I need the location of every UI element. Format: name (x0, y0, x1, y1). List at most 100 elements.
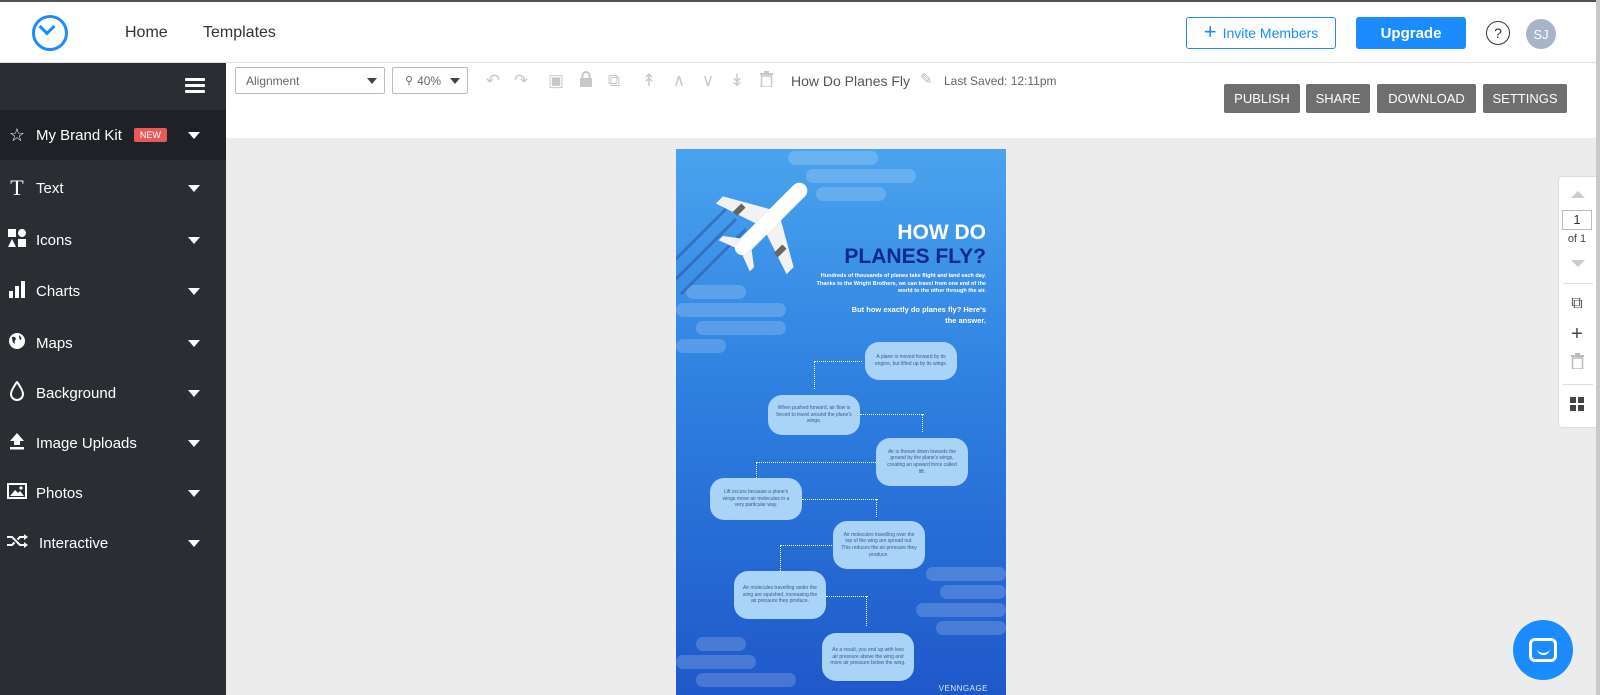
upgrade-button[interactable]: Upgrade (1356, 17, 1466, 49)
infographic-subheading: But how exactly do planes fly? Here's th… (851, 305, 986, 325)
step-bubble: A plane is moved forward by its engine, … (865, 342, 957, 380)
publish-button[interactable]: PUBLISH (1224, 84, 1300, 113)
grid-view-icon[interactable] (1559, 397, 1595, 416)
sidebar-item-maps[interactable]: Maps (0, 318, 226, 368)
invite-members-button[interactable]: + Invite Members (1186, 17, 1336, 49)
step-bubble: As a result, you end up with less air pr… (822, 633, 914, 681)
sidebar-item-photos[interactable]: Photos (0, 468, 226, 518)
sidebar-item-brand-kit[interactable]: ☆ My Brand Kit NEW (0, 110, 226, 160)
venngage-logo-icon[interactable] (32, 15, 68, 51)
page-number-input[interactable]: 1 (1562, 210, 1592, 230)
chevron-down-icon (188, 340, 200, 347)
infographic-canvas[interactable]: HOW DO PLANES FLY? Hundreds of thousands… (676, 149, 1006, 695)
connector (826, 596, 868, 597)
sidebar-item-label: Photos (36, 484, 83, 502)
infographic-title-line2: PLANES FLY? (844, 245, 986, 268)
shapes-icon (6, 228, 28, 253)
send-to-back-icon[interactable]: ↡ (727, 71, 747, 91)
trash-icon[interactable] (756, 71, 776, 91)
cloud-shape (916, 603, 1006, 617)
sidebar-item-interactive[interactable]: Interactive (0, 518, 226, 568)
edit-title-icon[interactable]: ✎ (920, 70, 933, 88)
redo-icon[interactable]: ↷ (511, 71, 531, 91)
hamburger-menu-icon[interactable] (185, 78, 205, 94)
chevron-down-icon (188, 132, 200, 139)
sidebar-item-label: Image Uploads (36, 434, 137, 452)
send-backward-icon[interactable]: ∨ (698, 71, 718, 91)
zoom-select-label: 40% (417, 73, 442, 88)
page-up-icon[interactable] (1571, 191, 1585, 198)
cloud-shape (936, 621, 1006, 635)
connector (922, 414, 923, 432)
delete-page-icon[interactable] (1559, 353, 1595, 374)
cloud-shape (816, 187, 886, 201)
cloud-shape (696, 637, 746, 651)
settings-button[interactable]: SETTINGS (1483, 84, 1567, 113)
upload-icon (6, 432, 28, 455)
step-bubble: When pushed forward, air flow is forced … (768, 395, 860, 435)
shuffle-icon (6, 533, 28, 554)
step-bubble: Lift occurs because a plane's wings move… (710, 478, 802, 520)
alignment-select[interactable]: Alignment (235, 67, 385, 94)
infographic-intro: Hundreds of thousands of planes take fli… (816, 273, 986, 295)
infographic-title-line1: HOW DO (897, 221, 986, 244)
connector (756, 462, 757, 478)
add-page-icon[interactable]: + (1559, 323, 1595, 346)
chevron-down-icon (188, 237, 200, 244)
nav-link-home[interactable]: Home (125, 24, 168, 42)
connector (860, 414, 924, 415)
plus-icon: + (1203, 19, 1217, 44)
cloud-shape (696, 673, 796, 687)
drop-icon (6, 379, 28, 406)
sidebar: ☆ My Brand Kit NEW T Text Icons Charts M… (0, 63, 226, 695)
new-badge: NEW (133, 128, 167, 142)
sidebar-item-label: Maps (36, 334, 73, 352)
share-button[interactable]: SHARE (1306, 84, 1370, 113)
text-icon: T (10, 175, 24, 200)
globe-icon (6, 332, 28, 355)
cloud-shape (940, 585, 1006, 599)
chevron-down-icon (188, 540, 200, 547)
sidebar-item-label: Icons (36, 231, 72, 249)
copy-page-icon[interactable]: ⧉ (1559, 295, 1595, 313)
photo-icon (6, 482, 28, 504)
chat-support-button[interactable] (1513, 620, 1573, 680)
document-title[interactable]: How Do Planes Fly (791, 73, 910, 89)
sidebar-item-charts[interactable]: Charts (0, 266, 226, 316)
chevron-down-icon (188, 440, 200, 447)
connector (756, 462, 876, 463)
page-down-icon[interactable] (1571, 260, 1585, 267)
sidebar-item-text[interactable]: T Text (0, 163, 226, 213)
download-button[interactable]: DOWNLOAD (1377, 84, 1476, 113)
caret-down-icon (367, 78, 377, 84)
alignment-select-label: Alignment (246, 73, 300, 88)
invite-members-label: Invite Members (1222, 25, 1319, 41)
sidebar-item-label: Charts (36, 282, 81, 300)
bring-forward-icon[interactable]: ∧ (669, 71, 689, 91)
last-saved-text: Last Saved: 12:11pm (944, 74, 1057, 88)
chevron-down-icon (188, 390, 200, 397)
connector (876, 499, 877, 517)
window-scrollbar[interactable] (1596, 0, 1600, 695)
sidebar-item-label: Background (36, 384, 117, 402)
zoom-select[interactable]: ⚲ 40% (392, 67, 468, 94)
page-count: of 1 (1567, 233, 1587, 245)
sidebar-item-background[interactable]: Background (0, 368, 226, 418)
crop-icon[interactable]: ▣ (546, 71, 566, 91)
avatar[interactable]: SJ (1526, 19, 1556, 49)
divider (1563, 283, 1593, 284)
sidebar-item-image-uploads[interactable]: Image Uploads (0, 418, 226, 468)
sidebar-item-icons[interactable]: Icons (0, 215, 226, 265)
sidebar-item-label: Interactive (39, 534, 109, 552)
undo-icon[interactable]: ↶ (483, 71, 503, 91)
caret-down-icon (450, 78, 460, 84)
lock-icon[interactable] (576, 71, 596, 91)
sidebar-item-label: My Brand Kit (36, 126, 122, 144)
bring-to-front-icon[interactable]: ↟ (639, 71, 659, 91)
help-icon[interactable]: ? (1486, 21, 1510, 45)
nav-link-templates[interactable]: Templates (203, 24, 276, 42)
cloud-shape (926, 567, 1006, 581)
editor-toolbar: Alignment ⚲ 40% ↶ ↷ ▣ ⧉ ↟ ∧ ∨ ↡ How Do P… (226, 63, 1600, 138)
cloud-shape (696, 321, 786, 335)
duplicate-icon[interactable]: ⧉ (604, 71, 624, 91)
